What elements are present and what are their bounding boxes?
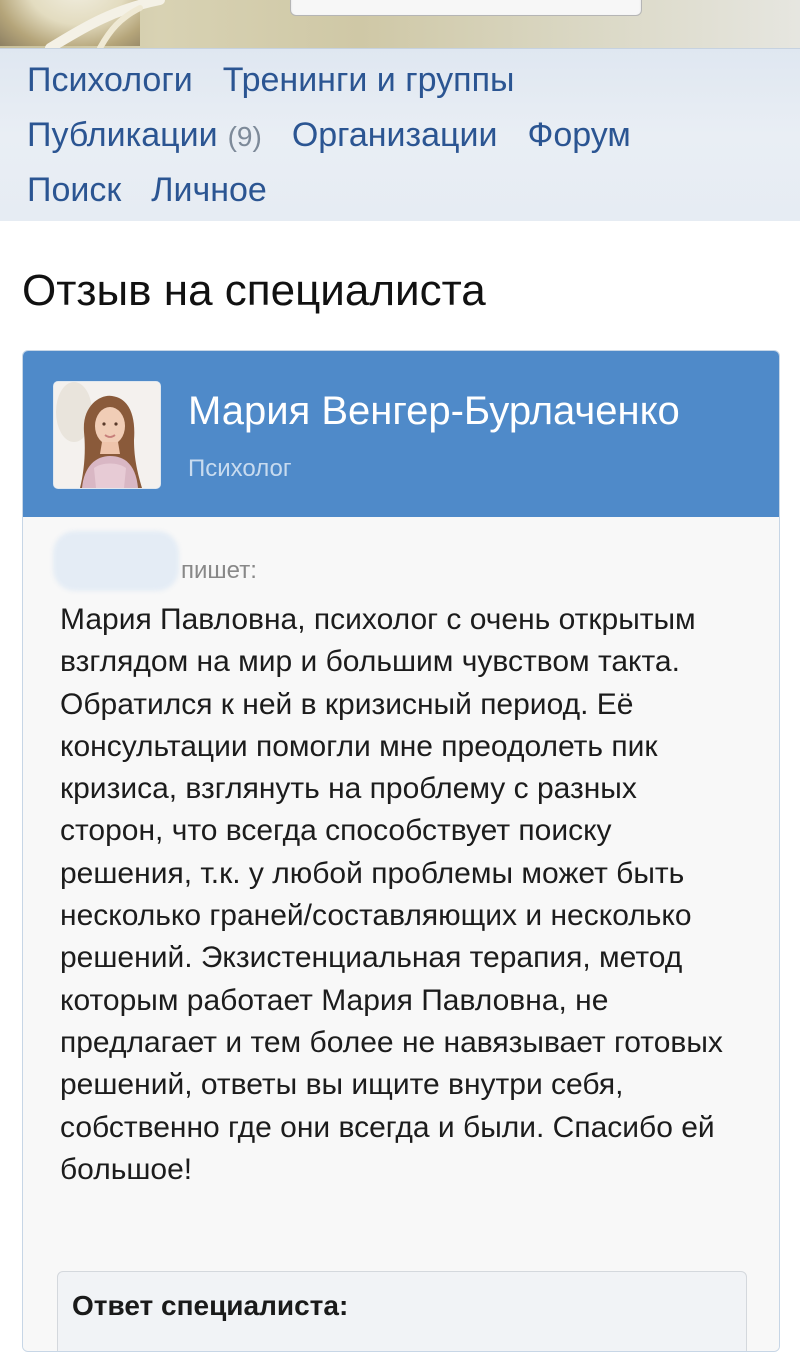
nav-link-personal[interactable]: Личное [151, 171, 267, 210]
nav-link-forum[interactable]: Форум [527, 116, 630, 155]
logo-swoosh-icon [45, 0, 165, 48]
specialist-role: Психолог [188, 455, 292, 482]
nav-link-search[interactable]: Поиск [27, 171, 121, 210]
nav-row: Психологи Тренинги и группы [27, 61, 544, 100]
nav-row: Публикации (9) Организации Форум [27, 116, 661, 155]
specialist-answer-box: Ответ специалиста: [57, 1271, 747, 1351]
nav-link-psychologists[interactable]: Психологи [27, 61, 193, 100]
nav-link-trainings[interactable]: Тренинги и группы [223, 61, 515, 100]
header-search-box[interactable] [290, 0, 642, 16]
main-navigation: Психологи Тренинги и группы Публикации (9… [0, 48, 800, 221]
nav-row: Поиск Личное [27, 171, 297, 210]
nav-link-publications-label[interactable]: Публикации [27, 116, 218, 154]
specialist-name[interactable]: Мария Венгер-Бурлаченко [188, 389, 680, 434]
publications-count: (9) [227, 121, 262, 152]
avatar-photo-icon [54, 382, 160, 488]
site-header-banner [0, 0, 800, 48]
nav-link-organizations[interactable]: Организации [292, 116, 498, 155]
review-card: Мария Венгер-Бурлаченко Психолог пишет: … [22, 350, 780, 1352]
nav-link-publications[interactable]: Публикации (9) [27, 116, 262, 155]
writes-label: пишет: [181, 557, 257, 584]
review-text: Мария Павловна, психолог с очень открыты… [60, 603, 723, 1186]
specialist-avatar[interactable] [54, 382, 160, 488]
author-name-redacted [53, 531, 179, 591]
page-title: Отзыв на специалиста [22, 266, 486, 315]
answer-label: Ответ специалиста: [72, 1290, 349, 1321]
review-body: пишет: Мария Павловна, психолог с очень … [23, 517, 779, 1351]
specialist-header: Мария Венгер-Бурлаченко Психолог [23, 351, 779, 517]
